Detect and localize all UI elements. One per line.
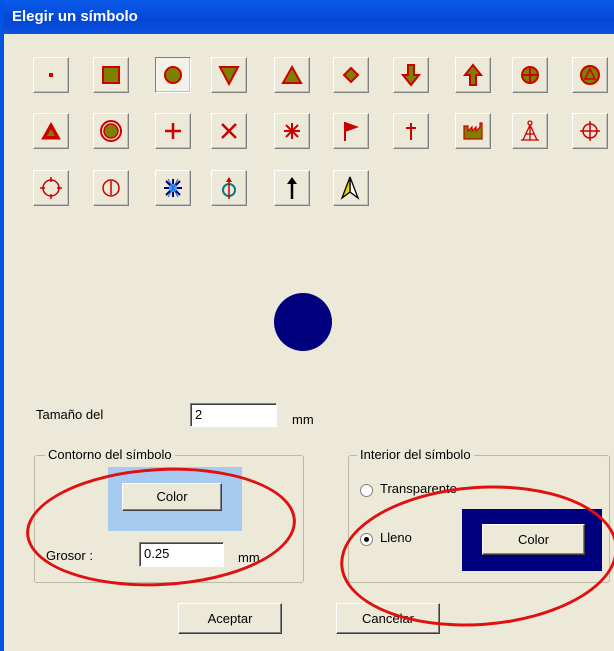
- dagger-icon: [406, 123, 416, 140]
- symbol-button-snowflake[interactable]: [155, 170, 191, 206]
- radio-selected-dot: [364, 537, 369, 542]
- plus-icon: [165, 123, 181, 139]
- symbol-button-navigation-arrow[interactable]: [333, 170, 369, 206]
- symbol-button-triangle-up[interactable]: [274, 57, 310, 93]
- snowflake-icon: [164, 178, 182, 198]
- transparent-radio[interactable]: [360, 484, 373, 497]
- symbol-button-circle-triangle[interactable]: [572, 57, 608, 93]
- red-triangle-icon: [41, 121, 61, 140]
- size-unit: mm: [292, 412, 314, 427]
- filled-radio[interactable]: [360, 533, 373, 546]
- arrow-up-icon: [462, 63, 484, 86]
- size-input[interactable]: 2: [190, 403, 277, 427]
- symbol-button-asterisk[interactable]: [274, 113, 310, 149]
- symbol-button-plus[interactable]: [155, 113, 191, 149]
- tower-icon: [521, 120, 539, 141]
- thickness-unit: mm: [238, 550, 260, 565]
- crosshair-icon: [580, 121, 600, 141]
- circle-cross-icon: [521, 66, 539, 84]
- symbol-button-dagger[interactable]: [393, 113, 429, 149]
- symbol-button-small-dot[interactable]: [33, 57, 69, 93]
- symbol-button-x-mark[interactable]: [211, 113, 247, 149]
- circle-icon: [164, 66, 182, 84]
- symbol-button-tower[interactable]: [512, 113, 548, 149]
- symbol-button-circle-bar[interactable]: [93, 170, 129, 206]
- dialog-window: Elegir un símbolo Tamaño del 2 mm Contor…: [0, 0, 614, 651]
- small-dot-icon: [49, 73, 53, 77]
- cancel-button[interactable]: Cancelar: [336, 603, 440, 634]
- x-mark-icon: [221, 123, 237, 139]
- triangle-up-icon: [281, 64, 303, 84]
- symbol-button-red-triangle[interactable]: [33, 113, 69, 149]
- triangle-down-icon: [218, 66, 240, 87]
- circle-triangle-icon: [580, 65, 600, 85]
- arrow-down-icon: [400, 64, 422, 87]
- symbol-button-factory[interactable]: [455, 113, 491, 149]
- fill-color-button[interactable]: Color: [482, 524, 585, 555]
- asterisk-icon: [284, 123, 300, 139]
- outline-group-title: Contorno del símbolo: [45, 447, 175, 462]
- symbol-button-arrow-up[interactable]: [455, 57, 491, 93]
- symbol-button-compass-marker[interactable]: [211, 170, 247, 206]
- symbol-button-double-circle[interactable]: [93, 113, 129, 149]
- symbol-button-triangle-down[interactable]: [211, 57, 247, 93]
- circle-bar-icon: [102, 179, 120, 197]
- symbol-button-arrow-down[interactable]: [393, 57, 429, 93]
- symbol-button-square[interactable]: [93, 57, 129, 93]
- dialog-title: Elegir un símbolo: [4, 0, 614, 34]
- symbol-button-circle-cross[interactable]: [512, 57, 548, 93]
- navigation-arrow-icon: [340, 176, 360, 200]
- symbol-button-crosshair[interactable]: [572, 113, 608, 149]
- north-arrow-icon: [287, 177, 297, 199]
- accept-button[interactable]: Aceptar: [178, 603, 282, 634]
- target-ticks-icon: [40, 177, 62, 199]
- diamond-icon: [342, 66, 360, 84]
- square-icon: [102, 66, 120, 84]
- thickness-input[interactable]: 0.25: [139, 542, 224, 567]
- fill-group-title: Interior del símbolo: [357, 447, 474, 462]
- symbol-button-flag[interactable]: [333, 113, 369, 149]
- symbol-button-circle[interactable]: [155, 57, 191, 93]
- symbol-button-diamond[interactable]: [333, 57, 369, 93]
- outline-color-button[interactable]: Color: [122, 483, 222, 511]
- transparent-radio-label[interactable]: Transparente: [380, 481, 457, 496]
- thickness-label: Grosor :: [46, 548, 93, 563]
- symbol-preview: [274, 293, 332, 351]
- double-circle-icon: [100, 120, 122, 142]
- compass-marker-icon: [222, 177, 236, 199]
- flag-icon: [344, 122, 359, 141]
- filled-radio-label[interactable]: Lleno: [380, 530, 412, 545]
- symbol-button-north-arrow[interactable]: [274, 170, 310, 206]
- factory-icon: [463, 122, 483, 140]
- size-label: Tamaño del: [36, 407, 104, 422]
- symbol-button-target-ticks[interactable]: [33, 170, 69, 206]
